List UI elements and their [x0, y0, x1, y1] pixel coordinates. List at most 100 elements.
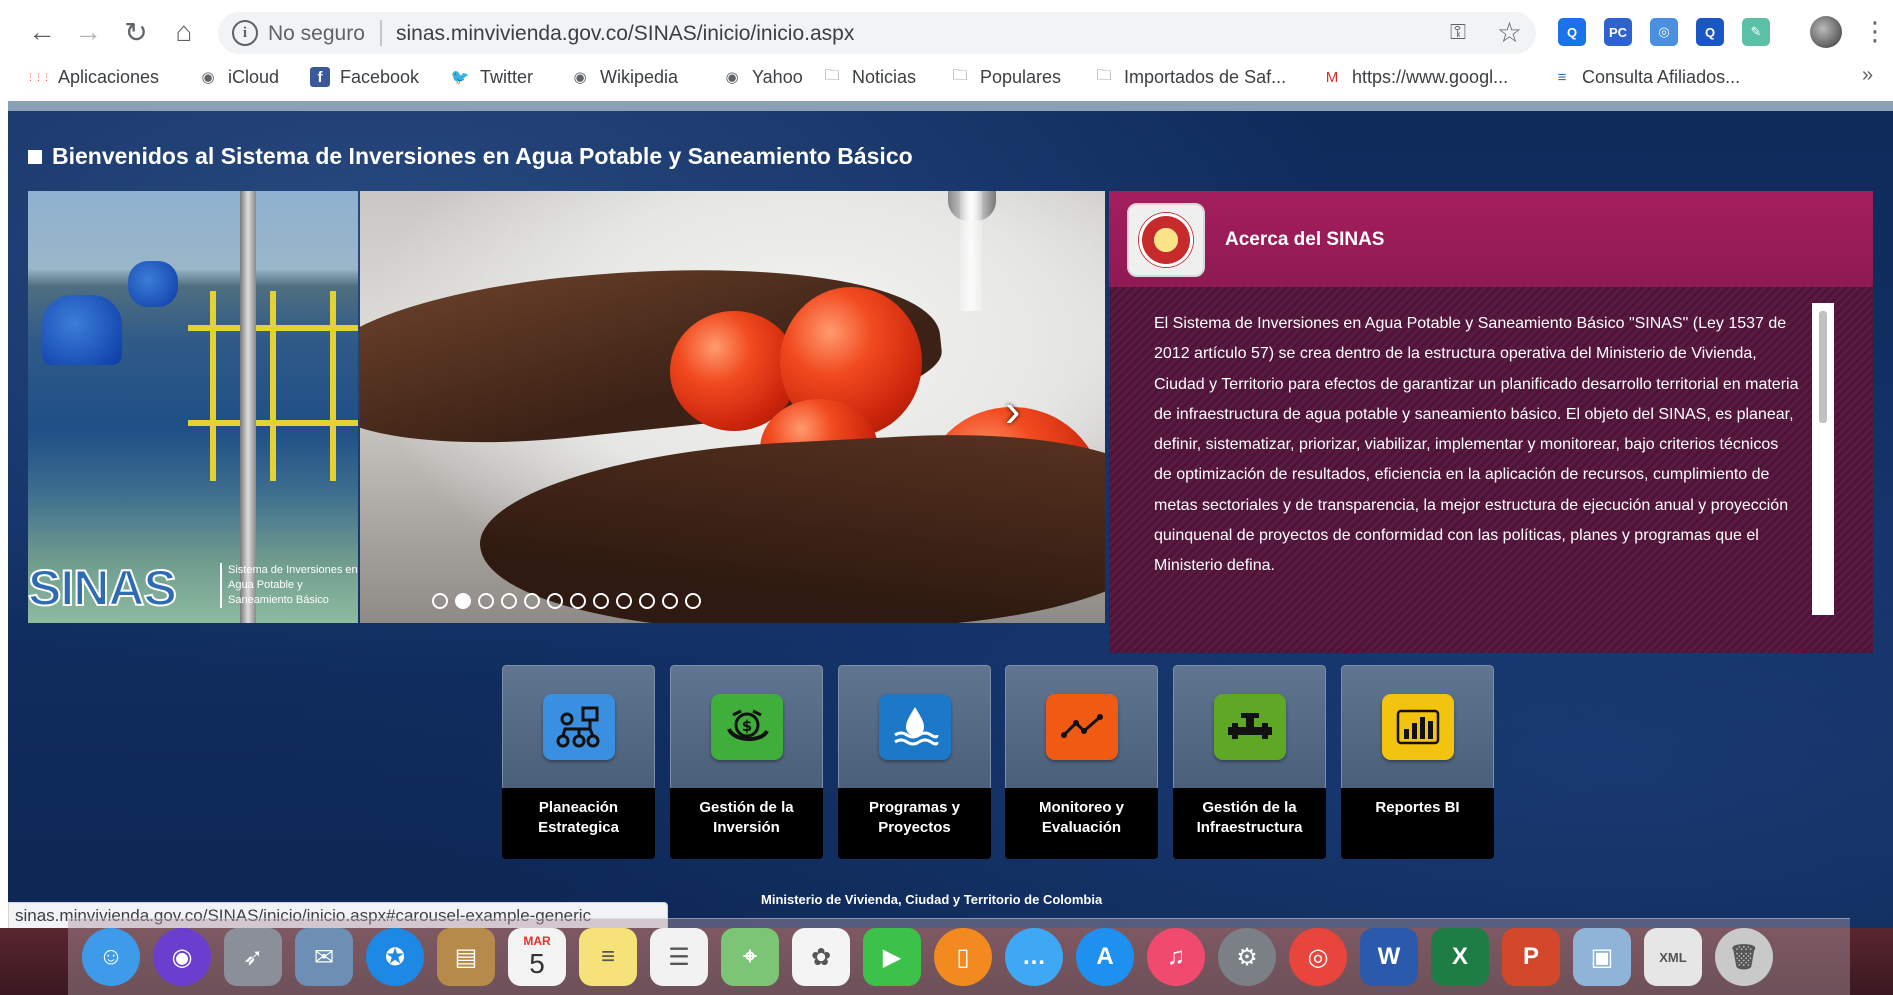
key-icon[interactable]: ⚿ — [1450, 21, 1466, 45]
water-drop-icon — [879, 694, 951, 760]
carousel-dot[interactable] — [478, 593, 494, 609]
carousel-dot[interactable] — [685, 593, 701, 609]
bookmark-icloud[interactable]: ◉ iCloud — [198, 64, 279, 90]
bookmark-label: Importados de Saf... — [1124, 66, 1287, 87]
photos-icon[interactable]: ✿ — [792, 928, 850, 986]
tile-gestion-de-la-inversion[interactable]: $ Gestión de la Inversión — [670, 665, 823, 859]
bookmark-facebook[interactable]: f Facebook — [310, 64, 419, 90]
books-icon[interactable]: ▯ — [934, 928, 992, 986]
chrome-icon[interactable]: ◎ — [1289, 928, 1347, 986]
about-header: Acerca del SINAS — [1109, 191, 1873, 287]
bookmark-label: Facebook — [340, 66, 420, 87]
carousel-dot[interactable] — [547, 593, 563, 609]
music-icon[interactable]: ♫ — [1147, 928, 1205, 986]
mail-stamp-icon[interactable]: ✉ — [295, 928, 353, 986]
bookmark-star-icon[interactable]: ☆ — [1497, 16, 1522, 49]
carousel-dot[interactable] — [455, 593, 471, 609]
bookmark-wikipedia[interactable]: ◉ Wikipedia — [570, 64, 678, 90]
extension-icon[interactable]: Q — [1696, 18, 1724, 46]
facetime-icon[interactable]: ▶ — [863, 928, 921, 986]
carousel-dot[interactable] — [639, 593, 655, 609]
bookmark-consulta-afiliados[interactable]: ≡ Consulta Afiliados... — [1552, 64, 1740, 90]
tile-label-line: Monitoreo y — [1039, 799, 1124, 816]
extension-icon[interactable]: ✎ — [1742, 18, 1770, 46]
trend-line-icon — [1046, 694, 1118, 760]
bookmark-label: Yahoo — [752, 66, 803, 87]
about-scrollbar[interactable] — [1812, 303, 1834, 615]
tile-label-line: Gestión de la — [1202, 799, 1297, 816]
tile-label-line: Gestión de la — [699, 799, 794, 816]
tile-label-line: Programas y — [869, 799, 960, 816]
finder-icon[interactable]: ☺ — [82, 928, 140, 986]
bookmark-label: https://www.googl... — [1352, 66, 1509, 87]
forward-button[interactable]: → — [70, 14, 106, 50]
notes-icon[interactable]: ≡ — [579, 928, 637, 986]
launchpad-icon[interactable]: ➶ — [224, 928, 282, 986]
excel-icon[interactable]: X — [1431, 928, 1489, 986]
security-label[interactable]: No seguro — [268, 22, 365, 46]
bookmark-aplicaciones[interactable]: ⋮⋮⋮ Aplicaciones — [26, 64, 159, 90]
carousel-dot[interactable] — [593, 593, 609, 609]
calendar-month: MAR — [523, 934, 551, 948]
extension-icon[interactable]: PC — [1604, 18, 1632, 46]
bookmark-populares[interactable]: 🗀 Populares — [950, 64, 1061, 90]
contacts-icon[interactable]: ▤ — [437, 928, 495, 986]
bookmarks-overflow-icon[interactable]: » — [1862, 64, 1873, 87]
info-icon[interactable]: i — [232, 20, 258, 46]
safari-icon[interactable]: ✪ — [366, 928, 424, 986]
address-bar[interactable]: i No seguro sinas.minvivienda.gov.co/SIN… — [218, 12, 1536, 54]
carousel-dot[interactable] — [501, 593, 517, 609]
tile-image-area — [838, 665, 991, 788]
bookmark-importados-de-saf[interactable]: 🗀 Importados de Saf... — [1094, 64, 1286, 90]
facebook-icon: f — [310, 67, 330, 87]
folder-icon: 🗀 — [824, 66, 840, 84]
scrollbar-thumb[interactable] — [1819, 311, 1827, 423]
tile-reportes-bi[interactable]: Reportes BI — [1341, 665, 1494, 859]
carousel-dot[interactable] — [524, 593, 540, 609]
page-top-strip — [8, 101, 1893, 111]
powerpoint-icon[interactable]: P — [1502, 928, 1560, 986]
reminders-icon[interactable]: ☰ — [650, 928, 708, 986]
extension-icon[interactable]: Q — [1558, 18, 1586, 46]
tile-monitoreo-y-evaluacion[interactable]: Monitoreo y Evaluación — [1005, 665, 1158, 859]
url-text[interactable]: sinas.minvivienda.gov.co/SINAS/inicio/in… — [396, 22, 854, 46]
bookmark-twitter[interactable]: 🐦 Twitter — [450, 64, 533, 90]
globe-icon: ◉ — [201, 69, 215, 86]
back-button[interactable]: ← — [24, 14, 60, 50]
svg-text:$: $ — [742, 717, 752, 735]
carousel-dot[interactable] — [570, 593, 586, 609]
carousel-dot[interactable] — [662, 593, 678, 609]
carousel-dot[interactable] — [432, 593, 448, 609]
about-title: Acerca del SINAS — [1225, 229, 1385, 250]
trash-icon[interactable]: 🗑 — [1715, 928, 1773, 986]
home-button[interactable]: ⌂ — [166, 14, 202, 50]
carousel-next-icon[interactable]: › — [1005, 387, 1020, 433]
about-panel: Acerca del SINAS El Sistema de Inversion… — [1109, 191, 1873, 653]
carousel-dot[interactable] — [616, 593, 632, 609]
tile-image-area — [502, 665, 655, 788]
profile-avatar[interactable] — [1810, 16, 1842, 48]
preview-icon[interactable]: ▣ — [1573, 928, 1631, 986]
bookmark-https-www-googl[interactable]: Mhttps://www.googl... — [1322, 64, 1508, 90]
calendar-icon[interactable]: MAR 5 — [508, 928, 566, 986]
bookmark-label: iCloud — [228, 66, 280, 87]
tile-gestion-de-la-infraestructura[interactable]: Gestión de la Infraestructura — [1173, 665, 1326, 859]
extension-icon[interactable]: ◎ — [1650, 18, 1678, 46]
image-carousel[interactable]: › — [360, 191, 1105, 623]
maps-icon[interactable]: ⌖ — [721, 928, 779, 986]
reload-button[interactable]: ↻ — [118, 14, 154, 50]
system-preferences-icon[interactable]: ⚙ — [1218, 928, 1276, 986]
power-bi-icon — [1382, 694, 1454, 760]
bookmark-noticias[interactable]: 🗀 Noticias — [822, 64, 916, 90]
bookmark-yahoo[interactable]: ◉ Yahoo — [722, 64, 803, 90]
xml-document-icon[interactable]: XML — [1644, 928, 1702, 986]
money-hand-icon: $ — [711, 694, 783, 760]
tile-label: Reportes BI — [1341, 798, 1494, 818]
app-store-icon[interactable]: A — [1076, 928, 1134, 986]
word-icon[interactable]: W — [1360, 928, 1418, 986]
messages-icon[interactable]: … — [1005, 928, 1063, 986]
siri-icon[interactable]: ◉ — [153, 928, 211, 986]
browser-menu-icon[interactable]: ⋮ — [1862, 14, 1888, 48]
tile-planeacion-estrategica[interactable]: Planeación Estrategica — [502, 665, 655, 859]
tile-programas-y-proyectos[interactable]: Programas y Proyectos — [838, 665, 991, 859]
